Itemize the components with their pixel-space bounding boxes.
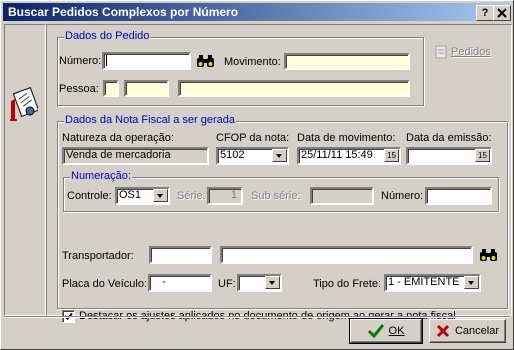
uf-label: UF: (218, 278, 236, 290)
transportador-label: Transportador: (62, 250, 134, 262)
cfop-label: CFOP da nota: (216, 132, 290, 144)
controle-value: OS1 (119, 189, 142, 201)
uf-dropdown-button[interactable] (265, 276, 280, 289)
dados-pedido-group: Dados do Pedido Número: Movimento: Pesso… (57, 30, 424, 106)
controle-label: Controle: (67, 190, 112, 202)
cancel-label: Cancelar (454, 325, 500, 337)
tipo-frete-label: Tipo do Frete: (313, 278, 382, 290)
cfop-select[interactable]: 5102 (216, 147, 289, 165)
data-movimento-label: Data de movimento: (297, 132, 396, 144)
dados-pedido-legend: Dados do Pedido (64, 30, 151, 42)
uf-select[interactable] (237, 274, 282, 292)
checkmark-icon (367, 324, 384, 338)
tipo-frete-dropdown-button[interactable] (464, 276, 479, 289)
cancel-x-icon (436, 324, 450, 338)
pessoa-name-field[interactable] (178, 80, 410, 97)
pessoa-type-field[interactable] (103, 80, 119, 97)
pedidos-button[interactable]: Pedidos (433, 43, 503, 61)
subserie-field (310, 187, 374, 205)
tipo-frete-value: 1 - EMITENTE (388, 276, 460, 288)
cancel-button[interactable]: Cancelar (429, 319, 506, 343)
numero-input[interactable] (102, 52, 191, 70)
data-emissao-label: Data da emissão: (406, 132, 492, 144)
dialog-window: Buscar Pedidos Complexos por Número ? Da… (0, 0, 514, 350)
calendar-icon[interactable]: 15 (384, 149, 399, 162)
natureza-field: Venda de mercadoria (62, 147, 209, 165)
subserie-label: Sub série: (251, 190, 301, 202)
controle-select[interactable]: OS1 (115, 187, 170, 205)
title-bar[interactable]: Buscar Pedidos Complexos por Número ? (3, 3, 511, 21)
calendar-icon[interactable]: 15 (475, 149, 490, 162)
pessoa-label: Pessoa: (59, 83, 99, 95)
tipo-frete-select[interactable]: 1 - EMITENTE (384, 274, 481, 292)
pedidos-label: Pedidos (451, 46, 491, 58)
main-panel: Dados do Pedido Número: Movimento: Pesso… (46, 24, 512, 323)
placa-input[interactable]: - (148, 274, 212, 292)
numeracao-numero-input[interactable] (425, 187, 492, 205)
controle-dropdown-button[interactable] (153, 189, 168, 202)
serie-label: Série: (177, 190, 206, 202)
cfop-dropdown-button[interactable] (272, 149, 287, 162)
ok-label: OK (388, 325, 405, 337)
ok-button[interactable]: OK (349, 318, 423, 344)
transportador-name-field[interactable] (220, 246, 473, 264)
serie-field: 1 (207, 187, 243, 205)
footer-separator (4, 316, 510, 318)
numeracao-legend: Numeração: (70, 170, 132, 182)
nota-fiscal-group: Dados da Nota Fiscal a ser gerada Nature… (57, 114, 508, 323)
binoculars-icon[interactable] (479, 247, 499, 263)
side-panel (4, 24, 46, 316)
nota-fiscal-legend: Dados da Nota Fiscal a ser gerada (64, 114, 236, 126)
natureza-label: Natureza da operação: (62, 132, 174, 144)
window-title: Buscar Pedidos Complexos por Número (8, 5, 239, 19)
movimento-input[interactable] (284, 53, 410, 70)
close-icon (497, 8, 507, 18)
movimento-label: Movimento: (224, 56, 281, 68)
numero-label: Número: (59, 55, 102, 67)
data-emissao-field[interactable]: 15 (406, 147, 492, 165)
placa-label: Placa do Veículo: (62, 278, 148, 290)
transportador-code-input[interactable] (149, 246, 212, 264)
numeracao-numero-label: Número: (381, 190, 424, 202)
pessoa-code-field[interactable] (124, 80, 169, 97)
data-movimento-value: 25/11/11 15:49 (301, 149, 373, 161)
close-button[interactable] (493, 5, 511, 21)
binoculars-icon[interactable] (196, 53, 216, 69)
orders-icon (435, 45, 447, 59)
help-button[interactable]: ? (476, 5, 494, 21)
cfop-value: 5102 (220, 149, 245, 161)
order-document-icon (10, 87, 38, 121)
numeracao-group: Numeração: Controle: OS1 Série: 1 Sub sé… (63, 170, 499, 212)
data-movimento-field[interactable]: 25/11/11 15:49 15 (297, 147, 401, 165)
